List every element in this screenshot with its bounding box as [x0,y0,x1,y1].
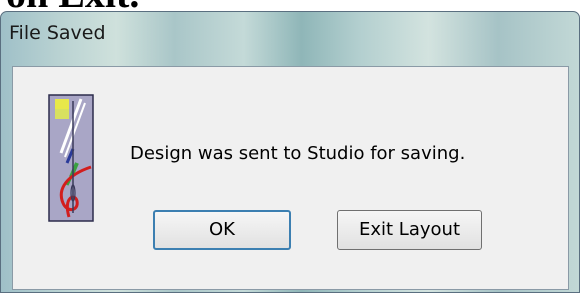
exit-layout-button[interactable]: Exit Layout [337,210,482,250]
dialog-message: Design was sent to Studio for saving. [130,143,466,164]
dialog-title: File Saved [9,22,106,44]
file-saved-dialog: File Saved Design was sent to Studio for… [0,11,580,293]
needle-thread-icon [47,93,95,223]
ok-button[interactable]: OK [153,210,291,250]
dialog-titlebar[interactable]: File Saved [1,12,579,62]
dialog-client-area: Design was sent to Studio for saving. OK… [12,66,569,290]
